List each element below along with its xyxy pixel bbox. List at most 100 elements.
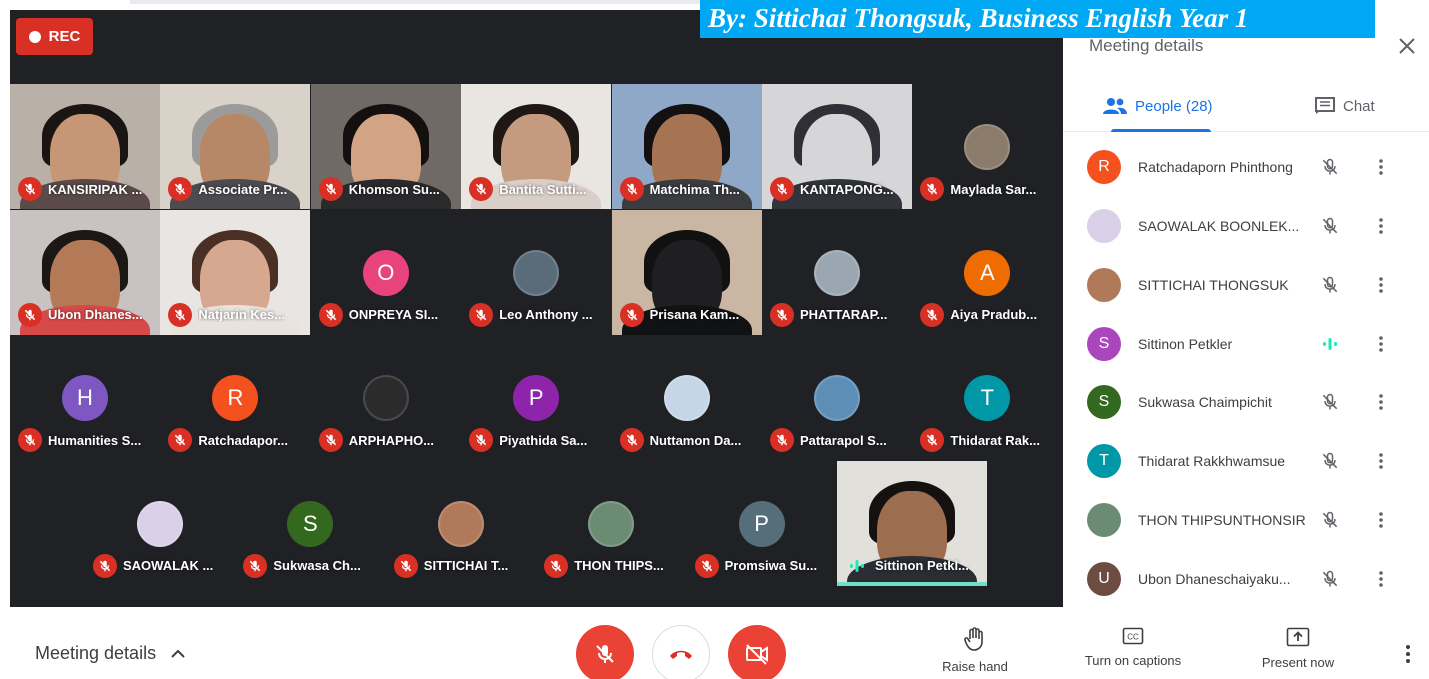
participant-avatar: O — [362, 249, 409, 296]
mic-muted-icon — [93, 553, 117, 578]
participant-tile[interactable]: A Aiya Pradub... — [912, 209, 1063, 335]
participant-tile[interactable]: O ONPREYA SI... — [310, 209, 461, 335]
meeting-details-button[interactable]: Meeting details — [35, 643, 186, 664]
participant-tile[interactable]: Bantita Sutti... — [461, 84, 612, 209]
participant-avatar — [964, 124, 1011, 170]
participant-name: Natjarin Kes... — [198, 307, 286, 322]
tab-chat[interactable]: Chat — [1315, 80, 1375, 132]
captions-button[interactable]: CC Turn on captions — [1063, 627, 1203, 668]
person-avatar: S — [1087, 385, 1121, 420]
mic-muted-icon — [920, 302, 945, 327]
participant-tile[interactable]: P Piyathida Sa... — [461, 335, 612, 460]
mic-muted-icon — [920, 177, 945, 201]
participant-tile[interactable]: S Sukwasa Ch... — [235, 460, 386, 586]
more-vertical-icon[interactable] — [1371, 214, 1391, 238]
raise-hand-button[interactable]: Raise hand — [905, 627, 1045, 674]
bottom-toolbar: Meeting details Raise hand CC Turn on ca… — [0, 607, 1429, 679]
video-grid: REC KANSIRIPAK ... Associate Pr... Khomson… — [10, 10, 1063, 607]
participant-tile[interactable]: KANTAPONG... — [762, 84, 912, 209]
participant-tile[interactable]: Natjarin Kes... — [160, 209, 311, 335]
participant-name: Leo Anthony ... — [499, 307, 593, 322]
participant-tile[interactable]: Sittinon Petkl... — [837, 460, 987, 586]
person-row[interactable]: U Ubon Dhaneschaiyaku... — [1063, 549, 1429, 608]
close-panel-button[interactable] — [1393, 32, 1421, 60]
participant-name: Bantita Sutti... — [499, 181, 587, 197]
present-screen-icon — [1286, 627, 1310, 647]
participant-tile[interactable]: H Humanities S... — [10, 335, 160, 460]
participant-tile[interactable]: PHATTARAP... — [762, 209, 912, 335]
record-dot-icon — [28, 30, 41, 43]
person-name: Thidarat Rakkhwamsue — [1138, 453, 1286, 470]
participant-name: Nuttamon Da... — [649, 432, 742, 448]
mic-muted-icon — [544, 553, 569, 578]
person-row[interactable]: S Sukwasa Chaimpichit — [1063, 373, 1429, 432]
participant-label: Ubon Dhanes... — [18, 302, 152, 327]
participant-tile[interactable]: SITTICHAI T... — [385, 460, 536, 586]
participant-name: Piyathida Sa... — [499, 432, 588, 448]
present-now-button[interactable]: Present now — [1228, 627, 1368, 670]
participant-tile[interactable]: Matchima Th... — [611, 84, 762, 209]
participant-tile[interactable]: Nuttamon Da... — [611, 335, 762, 460]
participant-name: SITTICHAI T... — [423, 558, 509, 573]
more-vertical-icon — [1406, 645, 1410, 663]
mic-muted-icon — [619, 302, 644, 327]
person-avatar — [1087, 209, 1121, 244]
leave-call-button[interactable] — [652, 625, 710, 679]
mic-off-icon — [1318, 567, 1342, 591]
more-vertical-icon[interactable] — [1371, 449, 1391, 473]
more-vertical-icon[interactable] — [1371, 390, 1391, 414]
more-vertical-icon[interactable] — [1371, 155, 1391, 179]
more-vertical-icon[interactable] — [1371, 508, 1391, 532]
participant-label: ONPREYA SI... — [318, 302, 453, 327]
captions-label: Turn on captions — [1084, 653, 1182, 668]
participant-avatar — [814, 375, 860, 421]
hand-icon — [964, 627, 983, 651]
person-row[interactable]: S Sittinon Petkler — [1063, 314, 1429, 373]
more-options-button[interactable] — [1398, 639, 1418, 669]
participant-tile[interactable]: ARPHAPHO... — [310, 335, 461, 460]
person-row[interactable]: THON THIPSUNTHONSIRI — [1063, 491, 1429, 550]
person-name: Sukwasa Chaimpichit — [1138, 394, 1272, 411]
participant-tile[interactable]: Pattarapol S... — [762, 335, 912, 460]
participant-tile[interactable]: T Thidarat Rak... — [912, 335, 1063, 460]
participant-name: Ratchadapor... — [198, 432, 288, 448]
meeting-details-panel: Meeting details People (28) Chat R Ratch… — [1063, 10, 1429, 607]
active-tab-indicator — [1111, 129, 1211, 132]
camera-toggle-button[interactable] — [728, 625, 786, 679]
microphone-toggle-button[interactable] — [576, 625, 634, 679]
participant-label: SITTICHAI T... — [393, 553, 528, 578]
person-row[interactable]: SITTICHAI THONGSUK — [1063, 256, 1429, 315]
participant-name: Associate Pr... — [198, 181, 288, 197]
participant-label: SAOWALAK ... — [93, 553, 227, 578]
participant-label: Humanities S... — [18, 428, 152, 452]
participant-tile[interactable]: Prisana Kam... — [611, 209, 762, 335]
person-row[interactable]: T Thidarat Rakkhwamsue — [1063, 432, 1429, 491]
more-vertical-icon[interactable] — [1371, 273, 1391, 297]
mic-muted-icon — [469, 302, 494, 327]
participant-tile[interactable]: Associate Pr... — [160, 84, 311, 209]
tab-people[interactable]: People (28) — [1103, 80, 1213, 132]
participant-tile[interactable]: Ubon Dhanes... — [10, 209, 160, 335]
participant-label: KANSIRIPAK ... — [18, 177, 152, 201]
person-row[interactable]: R Ratchadaporn Phinthong — [1063, 138, 1429, 197]
participant-name: THON THIPS... — [574, 558, 664, 573]
participant-tile[interactable]: THON THIPS... — [536, 460, 687, 586]
participant-tile[interactable]: Leo Anthony ... — [461, 209, 612, 335]
participant-name: ONPREYA SI... — [348, 307, 439, 322]
participant-tile[interactable]: SAOWALAK ... — [85, 460, 235, 586]
participant-avatar — [437, 500, 484, 547]
person-row[interactable]: SAOWALAK BOONLEK... — [1063, 197, 1429, 256]
participant-tile[interactable]: P Promsiwa Su... — [686, 460, 837, 586]
more-vertical-icon[interactable] — [1371, 332, 1391, 356]
participant-tile[interactable]: R Ratchadapor... — [160, 335, 311, 460]
participant-tile[interactable]: Khomson Su... — [310, 84, 461, 209]
participant-tile[interactable]: Maylada Sar... — [912, 84, 1063, 209]
participant-name: Matchima Th... — [649, 181, 740, 197]
mic-off-icon — [1318, 155, 1342, 179]
participant-tile[interactable]: KANSIRIPAK ... — [10, 84, 160, 209]
more-vertical-icon[interactable] — [1371, 567, 1391, 591]
mic-muted-icon — [318, 428, 343, 452]
recording-badge: REC — [16, 18, 93, 55]
mic-off-icon — [1318, 390, 1342, 414]
mic-muted-icon — [770, 302, 794, 327]
